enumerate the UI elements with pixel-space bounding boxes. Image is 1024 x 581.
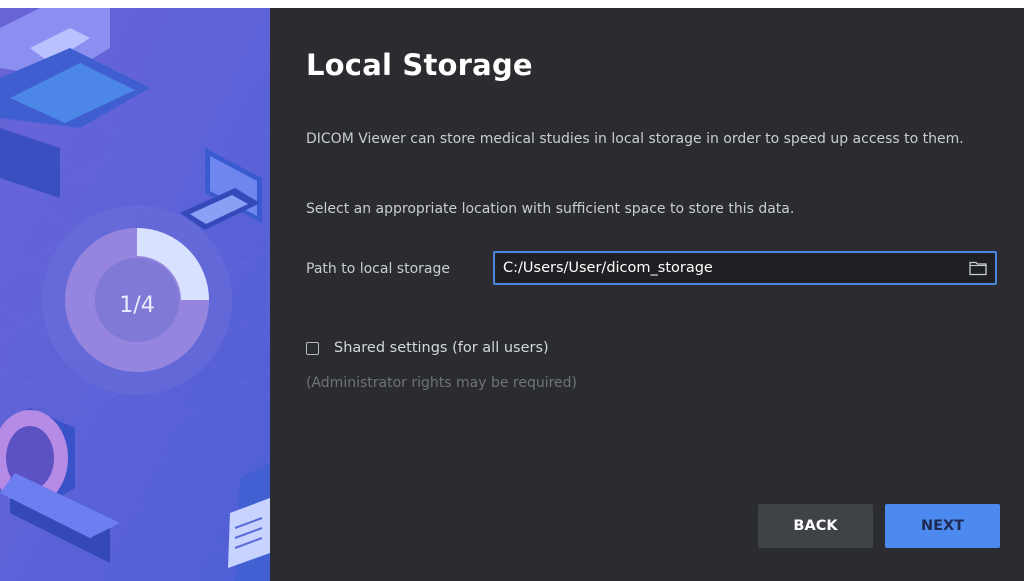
shared-settings-checkbox[interactable] <box>306 341 319 355</box>
path-input[interactable]: C:/Users/User/dicom_storage <box>493 251 997 285</box>
setup-wizard-window: 1/4 Local Storage DICOM Viewer can store… <box>0 8 1024 581</box>
page-title: Local Storage <box>306 48 533 82</box>
instruction-text: Select an appropriate location with suff… <box>306 201 795 217</box>
step-indicator: 1/4 <box>119 293 154 318</box>
back-button[interactable]: BACK <box>758 504 873 548</box>
shared-settings-label[interactable]: Shared settings (for all users) <box>334 340 549 356</box>
illustration-panel: 1/4 <box>0 8 270 581</box>
next-button[interactable]: NEXT <box>885 504 1000 548</box>
shared-settings-option[interactable]: Shared settings (for all users) <box>306 338 549 358</box>
medical-equipment-illustration: 1/4 <box>0 8 270 581</box>
folder-icon[interactable] <box>969 260 987 276</box>
path-label: Path to local storage <box>306 261 450 277</box>
description-text: DICOM Viewer can store medical studies i… <box>306 131 964 147</box>
content-panel: Local Storage DICOM Viewer can store med… <box>270 8 1024 581</box>
path-value[interactable]: C:/Users/User/dicom_storage <box>503 260 713 276</box>
admin-note: (Administrator rights may be required) <box>306 375 578 391</box>
